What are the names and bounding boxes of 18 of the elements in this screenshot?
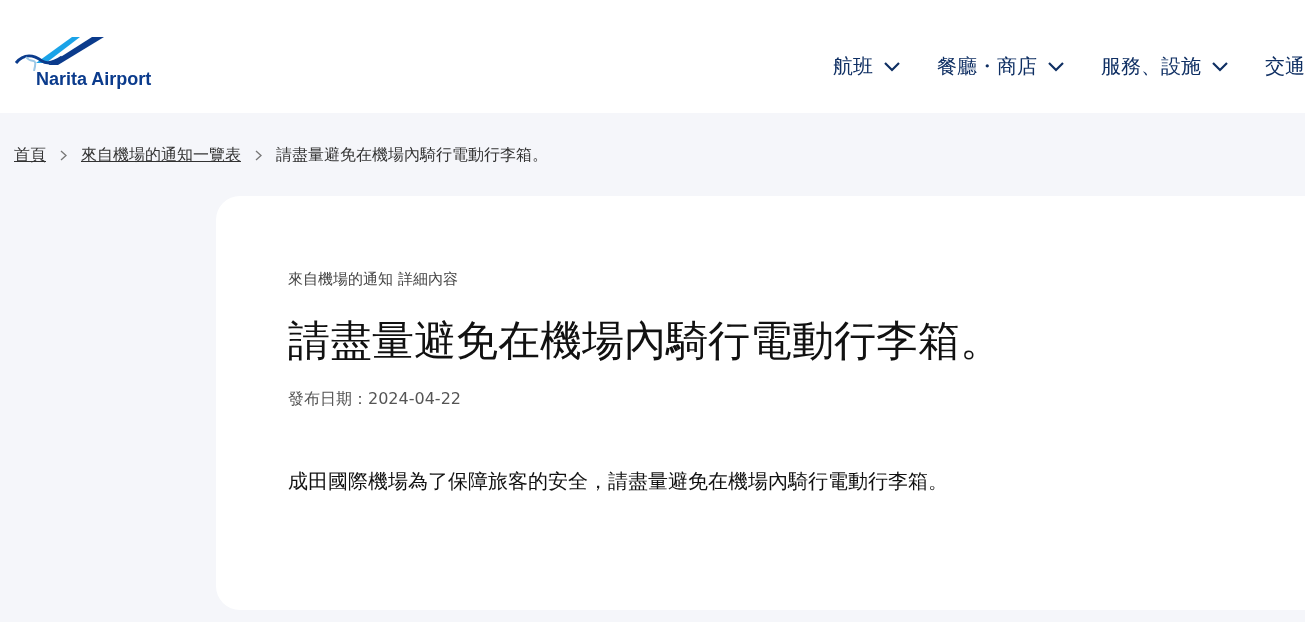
nav-link[interactable]: 服務、設施: [1101, 53, 1229, 80]
breadcrumb-link[interactable]: 來自機場的通知一覽表: [81, 145, 241, 166]
nav-link[interactable]: 餐廳・商店: [937, 53, 1065, 80]
chevron-right-icon: [255, 150, 262, 161]
article-category: 來自機場的通知 詳細內容: [288, 270, 459, 289]
nav-link[interactable]: 交通: [1265, 53, 1305, 80]
article-title: 請盡量避免在機場內騎行電動行李箱。: [288, 315, 1003, 367]
breadcrumb-current: 請盡量避免在機場內騎行電動行李箱。: [276, 145, 548, 166]
logo-text[interactable]: Narita Airport: [36, 69, 152, 90]
chevron-down-icon: [1047, 61, 1065, 72]
chevron-down-icon: [883, 61, 901, 72]
nav-link[interactable]: 航班: [833, 53, 901, 80]
publish-date: 發布日期：2024-04-22: [288, 389, 462, 410]
breadcrumb-link[interactable]: 首頁: [14, 145, 46, 166]
chevron-down-icon: [1211, 61, 1229, 72]
logo-icon: [14, 35, 106, 71]
chevron-right-icon: [60, 150, 67, 161]
article-body: 成田國際機場為了保障旅客的安全，請盡量避免在機場內騎行電動行李箱。: [288, 468, 949, 495]
